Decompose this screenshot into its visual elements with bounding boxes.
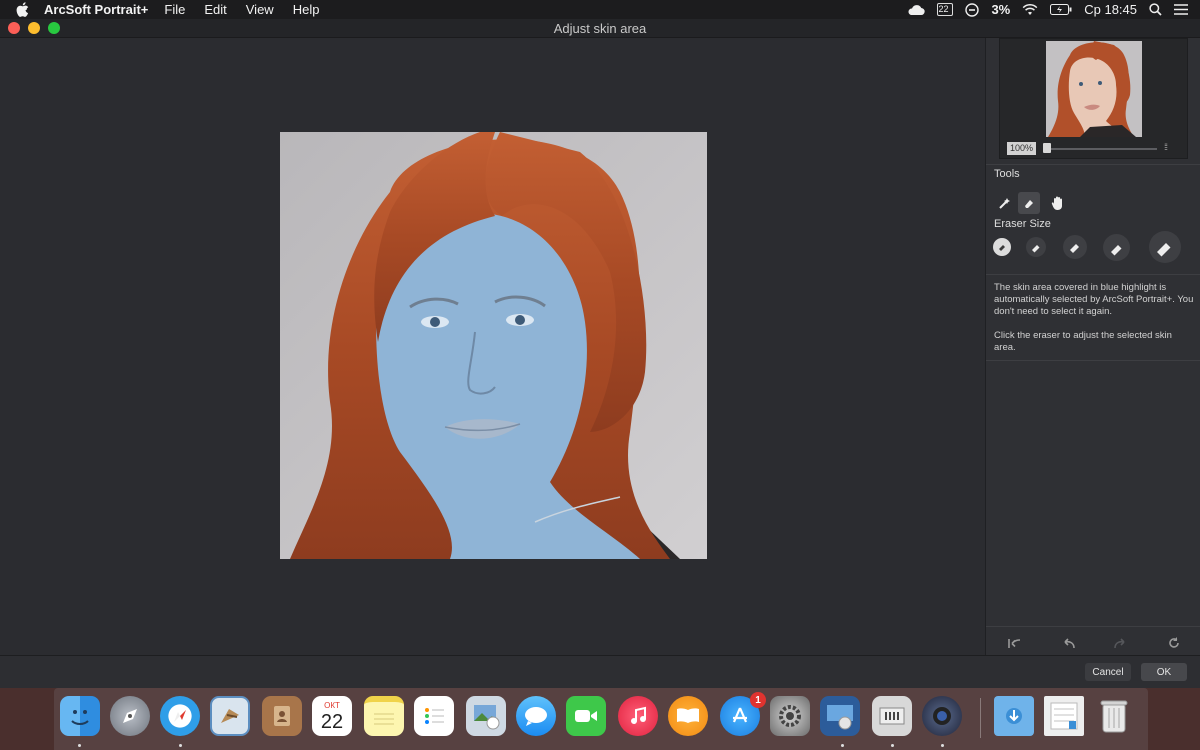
battery-percent[interactable]: 3% — [991, 2, 1010, 17]
redo-icon[interactable] — [1112, 636, 1128, 650]
cloud-icon[interactable] — [907, 4, 926, 16]
utility-icon[interactable] — [872, 696, 912, 736]
ok-button[interactable]: OK — [1141, 663, 1187, 681]
menu-bar: ArcSoft Portrait+ File Edit View Help 22… — [0, 0, 1200, 19]
messages-icon[interactable] — [516, 696, 556, 736]
eraser-tool-icon[interactable] — [1018, 192, 1040, 214]
photo-icon[interactable] — [466, 696, 506, 736]
cancel-button[interactable]: Cancel — [1085, 663, 1131, 681]
running-indicator — [179, 744, 182, 747]
battery-icon[interactable] — [1050, 4, 1072, 15]
tools-section-title: Tools — [994, 168, 1020, 180]
hand-tool-icon[interactable] — [1047, 192, 1069, 214]
brush-tool-icon[interactable] — [994, 192, 1016, 214]
system-preferences-icon[interactable] — [770, 696, 810, 736]
zoom-slider-track[interactable] — [1045, 148, 1157, 150]
dock-calendar-day: 22 — [320, 710, 344, 733]
portrait-photo[interactable] — [280, 132, 707, 559]
eraser-size-title: Eraser Size — [994, 218, 1051, 230]
eraser-size-5-icon[interactable] — [1149, 231, 1181, 263]
skin-hint-text: The skin area covered in blue highlight … — [994, 282, 1194, 317]
finder-icon[interactable] — [60, 696, 100, 736]
panel-divider — [986, 626, 1200, 627]
eraser-size-2-icon[interactable] — [1026, 237, 1046, 257]
dock-calendar-month: ОКТ — [324, 700, 340, 710]
facetime-icon[interactable] — [566, 696, 606, 736]
eraser-size-4-icon[interactable] — [1103, 234, 1130, 261]
menu-app-name[interactable]: ArcSoft Portrait+ — [44, 2, 148, 17]
zoom-level: 100% — [1007, 142, 1036, 155]
menubar-clock[interactable]: Ср 18:45 — [1084, 2, 1137, 17]
right-panel: 100% ⁞⁞ Tools Eraser Size The skin area … — [985, 38, 1200, 655]
wifi-icon[interactable] — [1022, 3, 1038, 16]
menu-file[interactable]: File — [164, 2, 185, 17]
running-indicator — [891, 744, 894, 747]
panel-divider — [986, 164, 1200, 165]
refresh-icon[interactable] — [1166, 636, 1182, 650]
eraser-size-1-icon[interactable] — [993, 238, 1011, 256]
time-machine-icon[interactable] — [965, 2, 980, 17]
reset-start-icon[interactable] — [1006, 636, 1022, 650]
trash-icon[interactable] — [1094, 696, 1134, 736]
launchpad-icon[interactable] — [110, 696, 150, 736]
undo-icon[interactable] — [1060, 636, 1076, 650]
mail-icon[interactable] — [210, 696, 250, 736]
image-canvas[interactable] — [0, 38, 985, 655]
appstore-update-badge: 1 — [750, 692, 766, 708]
menu-view[interactable]: View — [246, 2, 274, 17]
navigator-thumbnail[interactable] — [1046, 41, 1142, 137]
navigator-panel: 100% ⁞⁞ — [999, 38, 1188, 159]
menu-help[interactable]: Help — [293, 2, 320, 17]
window-titlebar: Adjust skin area — [0, 19, 1200, 38]
dock-background: ОКТ 22 1 — [0, 688, 1200, 750]
menu-edit[interactable]: Edit — [204, 2, 226, 17]
notification-center-icon[interactable] — [1174, 4, 1188, 15]
dock: ОКТ 22 1 — [54, 688, 1148, 750]
eraser-size-3-icon[interactable] — [1063, 235, 1087, 259]
eraser-hint-text: Click the eraser to adjust the selected … — [994, 330, 1172, 353]
running-indicator — [841, 744, 844, 747]
notes-icon[interactable] — [364, 696, 404, 736]
contacts-icon[interactable] — [262, 696, 302, 736]
running-indicator — [941, 744, 944, 747]
zoom-fit-icon[interactable]: ⁞⁞ — [1164, 142, 1168, 152]
camera-app-icon[interactable] — [922, 696, 962, 736]
downloads-icon[interactable] — [994, 696, 1034, 736]
apple-menu-icon[interactable] — [0, 2, 44, 17]
calendar-icon[interactable]: ОКТ 22 — [312, 696, 352, 736]
calendar-status-icon[interactable]: 22 — [937, 3, 954, 16]
dialog-footer: Cancel OK — [0, 655, 1200, 688]
ibooks-icon[interactable] — [668, 696, 708, 736]
itunes-icon[interactable] — [618, 696, 658, 736]
spotlight-search-icon[interactable] — [1149, 3, 1162, 16]
photo-editor-icon[interactable] — [820, 696, 860, 736]
running-indicator — [78, 744, 81, 747]
documents-icon[interactable] — [1044, 696, 1084, 736]
panel-divider — [986, 360, 1200, 361]
panel-divider — [986, 274, 1200, 275]
safari-icon[interactable] — [160, 696, 200, 736]
reminders-icon[interactable] — [414, 696, 454, 736]
window-title: Adjust skin area — [553, 20, 647, 36]
dock-divider — [980, 698, 981, 738]
zoom-slider-handle[interactable] — [1043, 143, 1051, 153]
